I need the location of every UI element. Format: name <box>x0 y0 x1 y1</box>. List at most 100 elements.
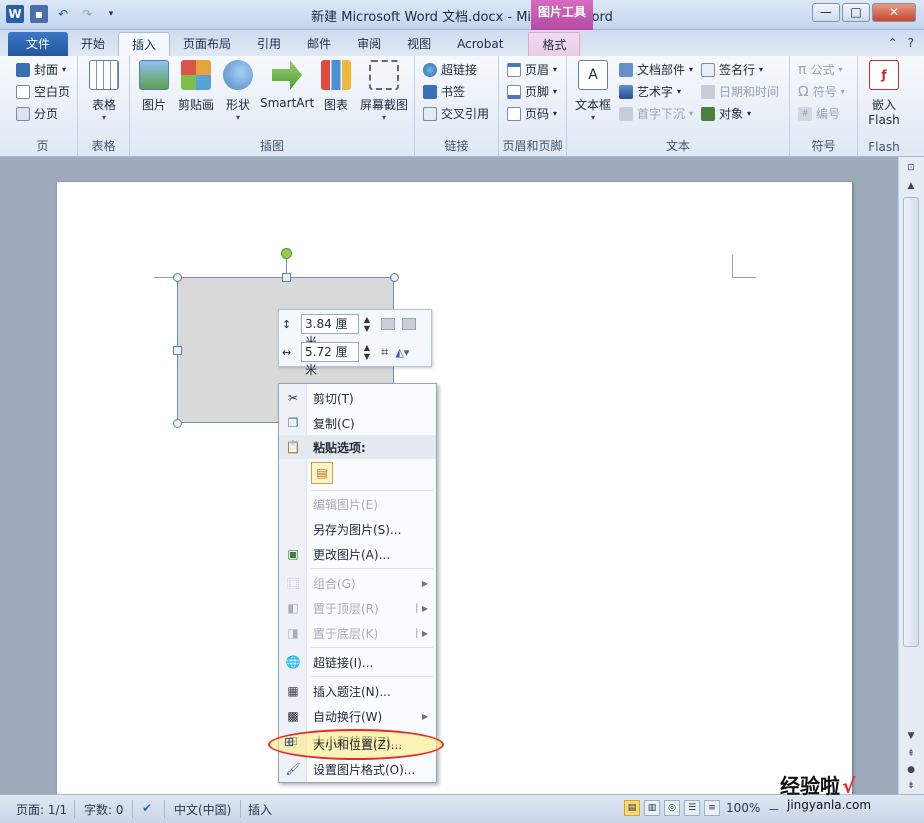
resize-handle-top-left[interactable] <box>173 273 182 282</box>
maximize-button[interactable]: □ <box>842 3 870 22</box>
text-group: A 文本框 ▾ 文档部件 ▾ 艺术字 ▾ 首字下沉 ▾ 签名行 ▾ 日期和时间 对象 ▾ … <box>567 56 790 157</box>
minimize-button[interactable]: — <box>812 3 840 22</box>
collapse-ribbon-icon[interactable]: ⌃ <box>888 36 898 50</box>
vertical-scrollbar[interactable]: ⊡ ▲ ▼ ⇞ ● ⇟ <box>898 157 924 794</box>
resize-handle-left[interactable] <box>173 346 182 355</box>
document-area[interactable] <box>0 157 898 802</box>
next-page-icon[interactable]: ⇟ <box>904 779 918 793</box>
embed-flash-button[interactable]: ƒ 嵌入 Flash <box>864 60 904 127</box>
chart-button[interactable]: 图表 <box>320 60 352 113</box>
tab-mailings[interactable]: 邮件 <box>294 32 344 56</box>
hyperlink-ribbon-button[interactable]: 超链接 <box>423 61 477 78</box>
smartart-button[interactable]: SmartArt <box>260 60 314 110</box>
equation-button[interactable]: π 公式 ▾ <box>798 61 842 78</box>
menu-item-send-to-back[interactable]: ◨ 置于底层(K) │ ▶ <box>279 621 436 645</box>
zoom-level[interactable]: 100% <box>726 801 760 815</box>
width-spinner[interactable]: ▲ ▼ <box>362 343 372 361</box>
page-number-button[interactable]: 页码 ▾ <box>507 105 557 122</box>
previous-page-icon[interactable]: ⇞ <box>904 747 918 761</box>
word-count[interactable]: 字数: 0 <box>84 801 124 818</box>
tab-page-layout[interactable]: 页面布局 <box>170 32 244 56</box>
menu-item-bring-to-front[interactable]: ◧ 置于顶层(R) │ ▶ <box>279 596 436 620</box>
ruler-toggle-icon[interactable]: ⊡ <box>904 161 918 175</box>
bookmark-button[interactable]: 书签 <box>423 83 465 100</box>
cover-page-button[interactable]: 封面 ▾ <box>16 61 66 78</box>
menu-item-text-wrapping[interactable]: ▩ 自动换行(W) ▶ <box>279 704 436 728</box>
footer-button[interactable]: 页脚 ▾ <box>507 83 557 100</box>
picture-button[interactable]: 图片 <box>136 60 172 113</box>
rotation-handle[interactable] <box>281 248 292 259</box>
hyperlink-icon: 🌐 <box>285 655 301 669</box>
wordart-button[interactable]: 艺术字 ▾ <box>619 83 681 100</box>
signature-line-button[interactable]: 签名行 ▾ <box>701 61 763 78</box>
clipart-button[interactable]: 剪贴画 <box>176 60 216 113</box>
scrollbar-thumb[interactable] <box>903 197 919 647</box>
insert-mode-status[interactable]: 插入 <box>248 801 272 818</box>
resize-handle-bottom-left[interactable] <box>173 419 182 428</box>
resize-handle-top[interactable] <box>282 273 291 282</box>
help-icon[interactable]: ? <box>908 36 914 50</box>
page-count[interactable]: 页面: 1/1 <box>16 801 67 818</box>
tab-format[interactable]: 格式 <box>528 32 581 56</box>
screenshot-button[interactable]: 屏幕截图 ▾ <box>358 60 410 123</box>
zoom-out-button[interactable]: － <box>768 801 780 818</box>
select-browse-object-icon[interactable]: ● <box>904 763 918 777</box>
pi-icon: π <box>798 61 807 78</box>
close-button[interactable]: ✕ <box>872 3 916 22</box>
tab-view[interactable]: 视图 <box>394 32 444 56</box>
menu-item-insert-caption[interactable]: ▦ 插入题注(N)... <box>279 679 436 703</box>
height-spinner[interactable]: ▲ ▼ <box>362 315 372 333</box>
change-picture-icon: ▣ <box>287 547 299 561</box>
draft-view-icon[interactable]: ≡ <box>704 800 720 816</box>
blank-page-button[interactable]: 空白页 <box>16 83 70 100</box>
resize-handle-top-right[interactable] <box>390 273 399 282</box>
submenu-arrow-icon: │ ▶ <box>414 628 428 638</box>
group-icon: ⿴ <box>286 576 299 591</box>
cross-reference-button[interactable]: 交叉引用 <box>423 105 489 122</box>
tab-acrobat[interactable]: Acrobat <box>444 32 516 56</box>
text-wrap-icon[interactable]: ◭▾ <box>395 346 409 359</box>
tab-file[interactable]: 文件 <box>8 32 68 56</box>
symbol-button[interactable]: Ω 符号 ▾ <box>798 83 845 100</box>
menu-item-edit-picture[interactable]: 编辑图片(E) <box>279 492 436 516</box>
outline-view-icon[interactable]: ☰ <box>684 800 700 816</box>
header-icon <box>507 62 521 77</box>
date-time-button[interactable]: 日期和时间 <box>701 83 779 100</box>
height-input[interactable]: 3.84 厘米 <box>301 314 359 349</box>
send-backward-icon[interactable] <box>402 318 416 330</box>
header-button[interactable]: 页眉 ▾ <box>507 61 557 78</box>
ribbon: 封面 ▾ 空白页 分页 页 表格 ▾ 表格 图片 剪贴画 形状 ▾ SmartA… <box>0 56 924 157</box>
menu-item-group[interactable]: ⿴ 组合(G) ▶ <box>279 571 436 595</box>
tab-review[interactable]: 审阅 <box>344 32 394 56</box>
menu-item-cut[interactable]: ✂ 剪切(T) <box>279 386 436 410</box>
scroll-down-icon[interactable]: ▼ <box>904 729 918 743</box>
menu-item-format-picture[interactable]: 🖌 设置图片格式(O)... <box>279 757 436 781</box>
table-button[interactable]: 表格 ▾ <box>86 60 122 123</box>
tab-references[interactable]: 引用 <box>244 32 294 56</box>
page-break-button[interactable]: 分页 <box>16 105 58 122</box>
crop-icon[interactable]: ⌗ <box>381 345 388 360</box>
tab-insert[interactable]: 插入 <box>118 32 171 56</box>
header-footer-group-label: 页眉和页脚 <box>502 139 563 153</box>
numbering-button[interactable]: # 编号 <box>798 105 840 122</box>
menu-item-save-as-picture[interactable]: 另存为图片(S)... <box>279 517 436 541</box>
tab-home[interactable]: 开始 <box>68 32 118 56</box>
full-screen-reading-icon[interactable]: ▥ <box>644 800 660 816</box>
web-layout-icon[interactable]: ◎ <box>664 800 680 816</box>
watermark-logo: 经验啦 √ <box>780 774 856 798</box>
proofing-icon[interactable]: ✔ <box>142 801 152 815</box>
language-status[interactable]: 中文(中国) <box>174 801 231 818</box>
textbox-button[interactable]: A 文本框 ▾ <box>571 60 615 123</box>
shapes-button[interactable]: 形状 ▾ <box>222 60 254 123</box>
print-layout-view-icon[interactable]: ▤ <box>624 800 640 816</box>
width-input[interactable]: 5.72 厘米 <box>301 342 359 377</box>
menu-item-copy[interactable]: ❐ 复制(C) <box>279 411 436 435</box>
bring-forward-icon[interactable] <box>381 318 395 330</box>
drop-cap-button[interactable]: 首字下沉 ▾ <box>619 105 693 122</box>
paste-keep-formatting-icon[interactable]: ▤ <box>311 462 333 484</box>
scroll-up-icon[interactable]: ▲ <box>904 179 918 193</box>
quick-parts-button[interactable]: 文档部件 ▾ <box>619 61 693 78</box>
menu-item-change-picture[interactable]: ▣ 更改图片(A)... <box>279 542 436 566</box>
object-button[interactable]: 对象 ▾ <box>701 105 751 122</box>
menu-item-hyperlink[interactable]: 🌐 超链接(I)... <box>279 650 436 674</box>
